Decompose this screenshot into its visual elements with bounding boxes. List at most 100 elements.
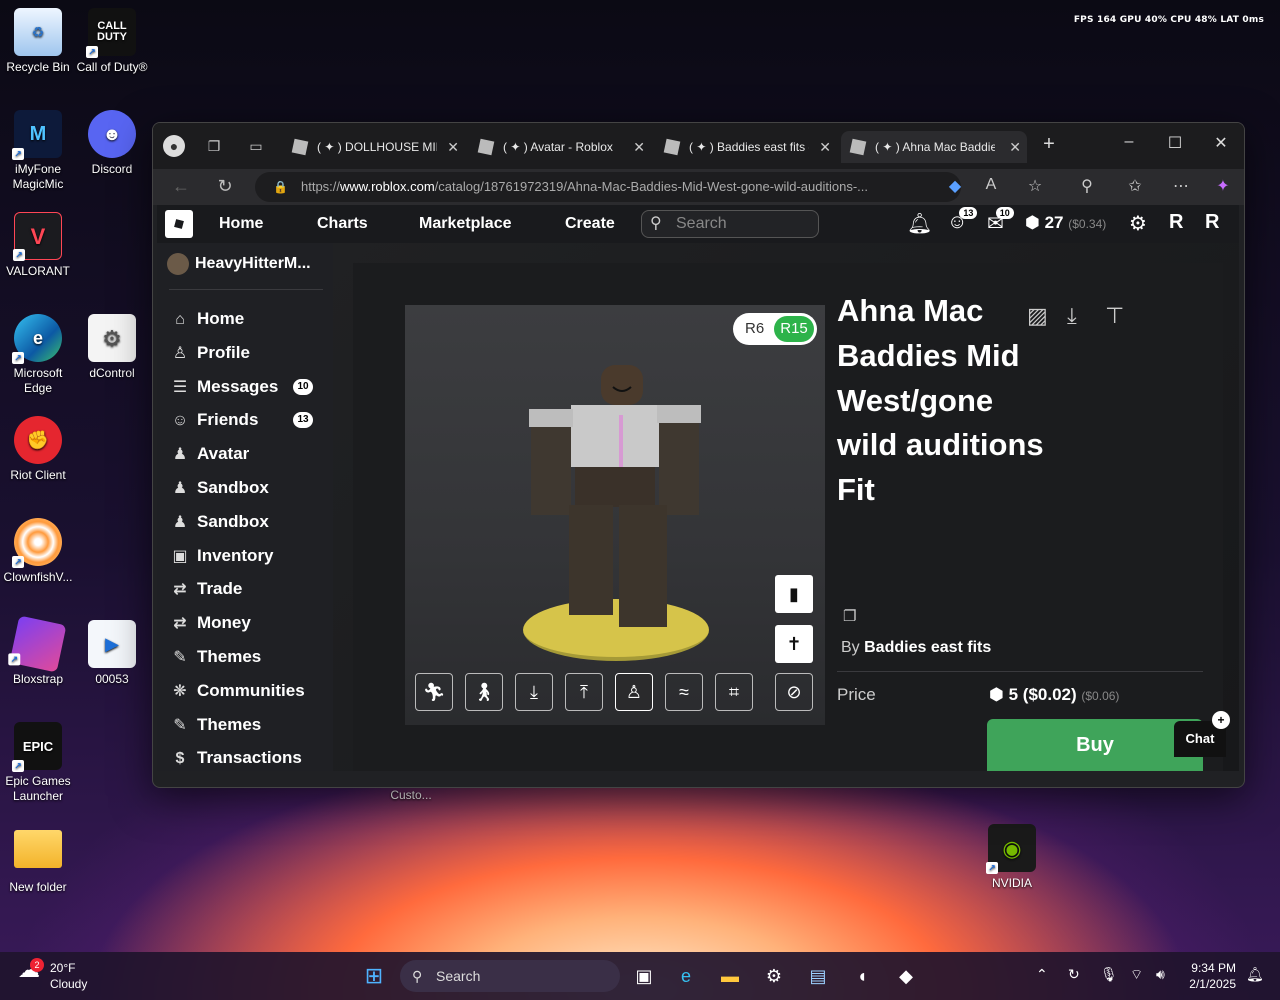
task-manager-icon[interactable]: ▤ <box>804 962 832 990</box>
tab-dollhouse[interactable]: ( ✦ ) DOLLHOUSE MIDWEST ✕ <box>283 131 465 163</box>
chat-button[interactable]: Chat + <box>1174 711 1230 757</box>
desktop-icon-riot[interactable]: ✊ Riot Client <box>0 416 76 483</box>
minimize-icon[interactable]: – <box>1117 133 1141 151</box>
desktop-icon-recycle-bin[interactable]: ♻ Recycle Bin <box>0 8 76 75</box>
favorite-star-icon[interactable]: ☆ <box>1023 176 1047 196</box>
creator-link[interactable]: Baddies east fits <box>864 639 991 656</box>
sidebar-item-inventory[interactable]: ▣ Inventory <box>169 542 319 570</box>
sidebar-item-communities[interactable]: ❋ Communities <box>169 677 319 705</box>
desktop-icon-custom[interactable]: Custo... <box>373 788 449 803</box>
sync-icon[interactable]: ↻ <box>1068 966 1080 983</box>
nav-charts[interactable]: Charts <box>317 215 368 233</box>
menu-dots-icon[interactable]: ⋯ <box>1169 176 1193 196</box>
desktop-icon-imyfone[interactable]: M ↗ iMyFone MagicMic <box>0 110 76 192</box>
maximize-icon[interactable]: ☐ <box>1163 133 1187 153</box>
roblox-app-icon[interactable]: ◆ <box>892 962 920 990</box>
hierarchy-icon[interactable]: ⊤ <box>1105 303 1124 329</box>
profile-icon[interactable]: ● <box>163 135 185 157</box>
sidebar-item-sandbox[interactable]: ♟ Sandbox <box>169 508 319 536</box>
sidebar-item-friends[interactable]: ☺ Friends 13 <box>169 406 319 434</box>
emote-jump-icon[interactable]: ⤒ <box>565 673 603 711</box>
app-icon[interactable]: ⚙ <box>760 962 788 990</box>
close-tab-icon[interactable]: ✕ <box>447 131 459 163</box>
desktop-icon-call-of-duty[interactable]: CALL DUTY ↗ Call of Duty® <box>74 8 150 75</box>
tab-baddies-east[interactable]: ( ✦ ) Baddies east fits - Roblox ✕ <box>655 131 837 163</box>
copilot-icon[interactable]: ✦ <box>1211 176 1235 196</box>
image-icon[interactable]: ▨ <box>1027 303 1048 329</box>
desktop-icon-nvidia[interactable]: ◉ ↗ NVIDIA <box>974 824 1050 891</box>
wifi-icon[interactable]: ⌔ <box>1130 966 1143 984</box>
desktop-icon-dcontrol[interactable]: ⚙ dControl <box>74 314 150 381</box>
sidebar-item-trade[interactable]: ⇄ Trade <box>169 575 319 603</box>
roblox-logo-icon[interactable] <box>165 210 193 238</box>
sidebar-item-messages[interactable]: ☰ Messages 10 <box>169 373 319 401</box>
rig-r6[interactable]: R6 <box>745 320 764 337</box>
sidebar-user[interactable]: HeavyHitterM... <box>167 253 311 275</box>
rig-toggle[interactable]: R6 R15 <box>733 313 817 345</box>
desktop-icon-edge[interactable]: e ↗ Microsoft Edge <box>0 314 76 396</box>
desktop-icon-valorant[interactable]: V ↗ VALORANT <box>0 212 76 279</box>
url-field[interactable]: 🔒 https://www.roblox.com/catalog/1876197… <box>255 172 961 202</box>
desktop-icon-clownfish[interactable]: ↗ ClownfishV... <box>0 518 76 585</box>
clock[interactable]: 9:34 PM 2/1/2025 <box>1189 960 1236 992</box>
buy-button[interactable]: Buy <box>987 719 1203 771</box>
desktop-icon-bloxstrap[interactable]: ↗ Bloxstrap <box>0 615 76 687</box>
back-icon[interactable]: ← <box>169 176 193 197</box>
emote-climb-icon[interactable]: ⌗ <box>715 673 753 711</box>
workspaces-icon[interactable]: ❐ <box>203 135 225 157</box>
windows-start-icon[interactable]: ⊞ <box>360 962 388 990</box>
nav-create[interactable]: Create <box>565 215 615 233</box>
robux-balance[interactable]: ⬢ 27 ($0.34) <box>1025 213 1106 233</box>
favorites-icon[interactable]: ✩ <box>1123 176 1147 196</box>
emote-fall-icon[interactable]: ⤓ <box>515 673 553 711</box>
tag-icon[interactable]: ◆ <box>943 176 967 196</box>
tab-ahna-mac[interactable]: ( ✦ ) Ahna Mac Baddies Mid West ✕ <box>841 131 1027 163</box>
read-aloud-icon[interactable]: A <box>979 176 1003 194</box>
sidebar-item-sandbox[interactable]: ♟ Sandbox <box>169 474 319 502</box>
emote-run-icon[interactable]: 🏃︎ <box>415 673 453 711</box>
task-view-icon[interactable]: ▣ <box>630 962 658 990</box>
new-tab-icon[interactable]: + <box>1037 133 1061 156</box>
sidebar-item-money[interactable]: ⇄ Money <box>169 609 319 637</box>
sidebar-item-profile[interactable]: ♙ Profile <box>169 339 319 367</box>
sidebar-item-home[interactable]: ⌂ Home <box>169 305 319 333</box>
extensions-icon[interactable]: ⚲ <box>1075 176 1099 196</box>
friends-icon[interactable]: ☺ 13 <box>947 207 978 234</box>
refresh-icon[interactable]: ↻ <box>213 176 237 197</box>
avatar-3d-viewer[interactable]: R6 R15 ▮ ✝ 🏃︎ 🚶︎ ⤓ ⤒ ♙ ≈ ⌗ ⊘ <box>405 305 825 725</box>
nav-home[interactable]: Home <box>219 215 263 233</box>
taskbar-search[interactable]: ⚲ Search <box>400 960 620 992</box>
desktop-icon-discord[interactable]: ☻ Discord <box>74 110 150 177</box>
extension-r-icon[interactable]: R <box>1169 211 1183 234</box>
sidebar-item-themes[interactable]: ✎ Themes <box>169 711 319 739</box>
rig-r15[interactable]: R15 <box>774 316 814 342</box>
sidebar-item-themes[interactable]: ✎ Themes <box>169 643 319 671</box>
download-icon[interactable]: ⤓ <box>1067 303 1077 329</box>
notifications-bell-icon[interactable]: 🔔︎ <box>907 211 932 236</box>
volume-icon[interactable]: 🔊︎ <box>1156 966 1165 983</box>
close-tab-icon[interactable]: ✕ <box>1009 131 1021 163</box>
sidebar-item-avatar[interactable]: ♟ Avatar <box>169 440 319 468</box>
hide-icon[interactable]: ⊘ <box>775 673 813 711</box>
tab-avatar[interactable]: ( ✦ ) Avatar - Roblox ✕ <box>469 131 651 163</box>
desktop-icon-video-file[interactable]: ▶ 00053 <box>74 620 150 687</box>
tab-actions-icon[interactable]: ▭ <box>245 135 267 157</box>
roblox-search-input[interactable]: ⚲ Search <box>641 210 819 238</box>
extension-r2-icon[interactable]: R <box>1205 211 1219 234</box>
sidebar-item-transactions[interactable]: $ Transactions <box>169 744 319 771</box>
close-tab-icon[interactable]: ✕ <box>633 131 645 163</box>
emote-swim-icon[interactable]: ≈ <box>665 673 703 711</box>
body-toggle-icon[interactable]: ✝ <box>775 625 813 663</box>
copy-link-icon[interactable]: ❐ <box>843 607 856 625</box>
nav-marketplace[interactable]: Marketplace <box>419 215 512 233</box>
tray-chevron-icon[interactable]: ⌃ <box>1036 966 1048 983</box>
settings-gear-icon[interactable]: ⚙ <box>1129 211 1147 236</box>
file-explorer-icon[interactable]: ▬ <box>716 962 744 990</box>
emote-idle-icon[interactable]: ♙ <box>615 673 653 711</box>
outfit-toggle-icon[interactable]: ▮ <box>775 575 813 613</box>
weather-widget[interactable]: ☁ 2 20°F Cloudy <box>18 958 87 992</box>
desktop-icon-epic[interactable]: EPIC ↗ Epic Games Launcher <box>0 722 76 804</box>
notifications-icon[interactable]: 🔔︎ <box>1246 966 1264 983</box>
emote-walk-icon[interactable]: 🚶︎ <box>465 673 503 711</box>
desktop-icon-new-folder[interactable]: New folder <box>0 824 76 895</box>
